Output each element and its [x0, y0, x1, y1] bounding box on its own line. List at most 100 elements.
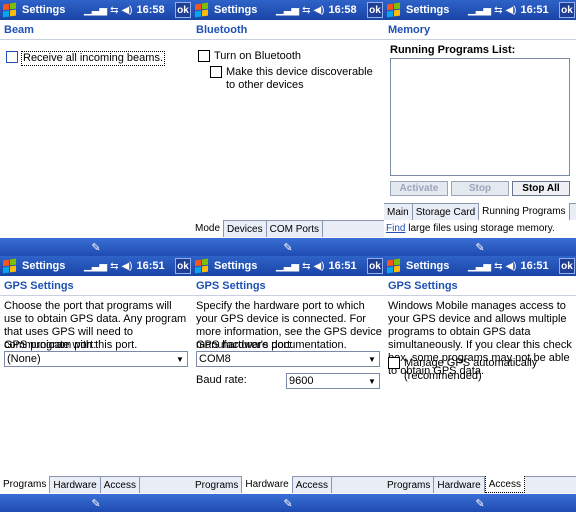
connectivity-icon[interactable]: ⇆ — [494, 261, 502, 272]
page-title: GPS Settings — [4, 280, 74, 292]
ok-button[interactable]: ok — [367, 258, 383, 274]
window-title: Settings — [214, 4, 258, 16]
ok-button[interactable]: ok — [175, 258, 191, 274]
turn-on-bluetooth-checkbox[interactable] — [198, 50, 210, 62]
tab-access[interactable]: Access — [100, 477, 140, 493]
running-programs-list[interactable] — [390, 58, 570, 176]
tab-access[interactable]: Access — [292, 477, 332, 493]
connectivity-icon[interactable]: ⇆ — [110, 5, 118, 16]
volume-icon[interactable]: ◀) — [313, 261, 324, 272]
volume-icon[interactable]: ◀) — [313, 5, 324, 16]
divider — [192, 295, 384, 296]
volume-icon[interactable]: ◀) — [121, 5, 132, 16]
tab-programs[interactable]: Programs — [192, 477, 243, 493]
page-title: GPS Settings — [388, 280, 458, 292]
signal-icon[interactable]: ▁▃▅ — [276, 5, 299, 16]
connectivity-icon[interactable]: ⇆ — [302, 5, 310, 16]
signal-icon[interactable]: ▁▃▅ — [468, 261, 491, 272]
clock[interactable]: 16:58 — [329, 4, 357, 16]
baud-rate-select[interactable]: 9600 ▼ — [286, 373, 380, 389]
connectivity-icon[interactable]: ⇆ — [494, 5, 502, 16]
windows-start-icon[interactable] — [194, 258, 210, 274]
connectivity-icon[interactable]: ⇆ — [302, 261, 310, 272]
volume-icon[interactable]: ◀) — [121, 261, 132, 272]
clock[interactable]: 16:51 — [329, 260, 357, 272]
receive-beams-label[interactable]: Receive all incoming beams. — [21, 51, 166, 66]
tab-main[interactable]: Main — [384, 204, 413, 220]
ok-button[interactable]: ok — [175, 2, 191, 18]
tab-access[interactable]: Access — [484, 476, 525, 493]
menu-bar: ✎ — [192, 238, 384, 256]
dropdown-arrow-icon: ▼ — [176, 354, 184, 364]
signal-icon[interactable]: ▁▃▅ — [276, 261, 299, 272]
windows-start-icon[interactable] — [386, 2, 402, 18]
tab-hardware[interactable]: Hardware — [50, 477, 101, 493]
input-panel-icon[interactable]: ✎ — [474, 242, 486, 254]
gps-program-port-select[interactable]: (None) ▼ — [4, 351, 188, 367]
input-panel-icon[interactable]: ✎ — [282, 498, 294, 510]
window-title: Settings — [214, 260, 258, 272]
windows-start-icon[interactable] — [2, 2, 18, 18]
windows-start-icon[interactable] — [194, 2, 210, 18]
manage-gps-checkbox[interactable] — [388, 357, 400, 369]
page-title: Bluetooth — [196, 24, 248, 36]
clock[interactable]: 16:51 — [521, 260, 549, 272]
turn-on-bluetooth-label[interactable]: Turn on Bluetooth — [214, 50, 301, 63]
menu-bar: ✎ — [384, 494, 576, 512]
beam-pane: Settings ▁▃▅ ⇆ ◀) 16:58 ok Beam Receive … — [0, 0, 192, 256]
title-bar: Settings ▁▃▅ ⇆ ◀) 16:51 ok — [192, 256, 384, 276]
volume-icon[interactable]: ◀) — [505, 261, 516, 272]
stop-all-button[interactable]: Stop All — [512, 181, 570, 196]
tab-strip: Programs Hardware Access — [192, 476, 384, 493]
volume-icon[interactable]: ◀) — [505, 5, 516, 16]
ok-button[interactable]: ok — [559, 2, 575, 18]
tab-storage-card[interactable]: Storage Card — [412, 204, 480, 220]
input-panel-icon[interactable]: ✎ — [282, 242, 294, 254]
bluetooth-pane: Settings ▁▃▅ ⇆ ◀) 16:58 ok Bluetooth Tur… — [192, 0, 384, 256]
gps-program-port-value: (None) — [7, 353, 41, 365]
manage-gps-label[interactable]: Manage GPS automatically (recommended) — [404, 357, 576, 383]
gps-hardware-port-label: GPS hardware port: — [196, 339, 294, 351]
signal-icon[interactable]: ▁▃▅ — [468, 5, 491, 16]
tab-hardware[interactable]: Hardware — [434, 477, 485, 493]
clock[interactable]: 16:51 — [137, 260, 165, 272]
windows-start-icon[interactable] — [2, 258, 18, 274]
gps-hardware-port-value: COM8 — [199, 353, 231, 365]
connectivity-icon[interactable]: ⇆ — [110, 261, 118, 272]
tab-hardware[interactable]: Hardware — [242, 476, 293, 493]
ok-button[interactable]: ok — [367, 2, 383, 18]
stop-button[interactable]: Stop — [451, 181, 509, 196]
baud-rate-label: Baud rate: — [196, 374, 247, 386]
signal-icon[interactable]: ▁▃▅ — [84, 5, 107, 16]
tab-devices[interactable]: Devices — [224, 221, 267, 237]
tab-com-ports[interactable]: COM Ports — [266, 221, 324, 237]
find-link[interactable]: Find — [386, 223, 405, 234]
discoverable-checkbox[interactable] — [210, 66, 222, 78]
divider — [0, 39, 192, 40]
clock[interactable]: 16:51 — [521, 4, 549, 16]
tab-programs[interactable]: Programs — [384, 477, 435, 493]
page-title: Memory — [388, 24, 431, 36]
gps-programs-pane: Settings ▁▃▅ ⇆ ◀) 16:51 ok GPS Settings … — [0, 256, 192, 512]
title-bar: Settings ▁▃▅ ⇆ ◀) 16:58 ok — [0, 0, 192, 20]
dropdown-arrow-icon: ▼ — [368, 354, 376, 364]
menu-bar: ✎ — [384, 238, 576, 256]
windows-start-icon[interactable] — [386, 258, 402, 274]
activate-button[interactable]: Activate — [390, 181, 448, 196]
tab-running-programs[interactable]: Running Programs — [479, 203, 570, 220]
gps-hardware-port-select[interactable]: COM8 ▼ — [196, 351, 380, 367]
input-panel-icon[interactable]: ✎ — [474, 498, 486, 510]
input-panel-icon[interactable]: ✎ — [90, 498, 102, 510]
receive-beams-checkbox[interactable] — [6, 51, 18, 63]
discoverable-label[interactable]: Make this device discoverable to other d… — [226, 66, 376, 92]
gps-hardware-pane: Settings ▁▃▅ ⇆ ◀) 16:51 ok GPS Settings … — [192, 256, 384, 512]
clock[interactable]: 16:58 — [137, 4, 165, 16]
signal-icon[interactable]: ▁▃▅ — [84, 261, 107, 272]
input-panel-icon[interactable]: ✎ — [90, 242, 102, 254]
tab-strip: Mode Devices COM Ports — [192, 220, 384, 237]
tab-programs[interactable]: Programs — [0, 476, 51, 493]
find-files-footer: Find large files using storage memory. — [386, 223, 555, 234]
tab-mode[interactable]: Mode — [192, 220, 225, 237]
window-title: Settings — [22, 4, 66, 16]
ok-button[interactable]: ok — [559, 258, 575, 274]
